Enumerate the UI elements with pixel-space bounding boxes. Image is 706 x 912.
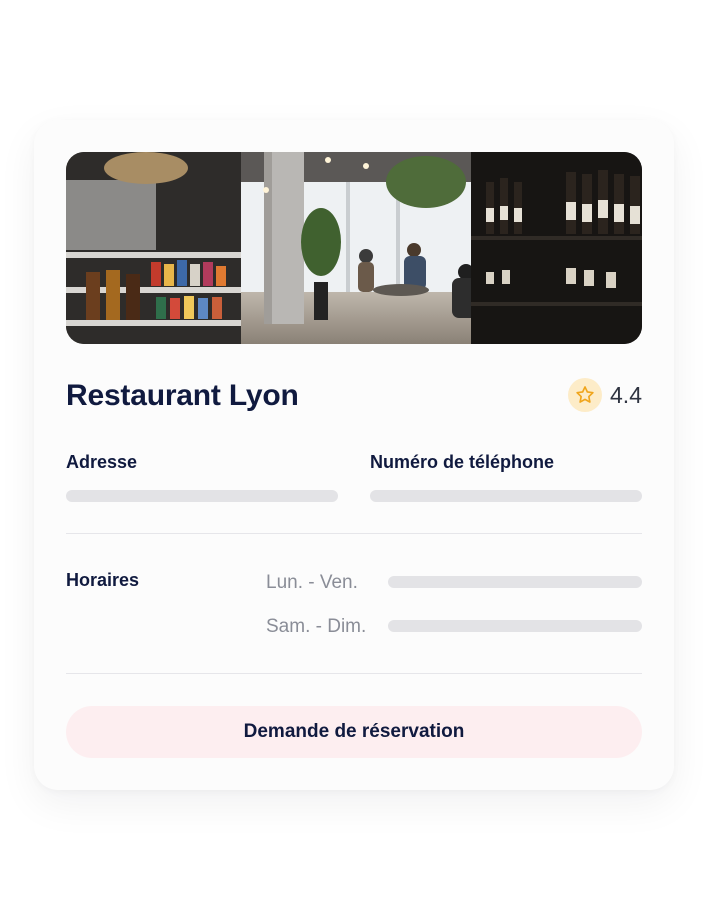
star-icon [568, 378, 603, 412]
reservation-request-button[interactable]: Demande de réservation [66, 706, 642, 758]
divider [66, 533, 642, 534]
hours-label: Horaires [66, 570, 140, 590]
address-value-placeholder [66, 490, 338, 502]
hours-weekend-placeholder [388, 620, 642, 632]
divider [66, 673, 642, 674]
phone-value-placeholder [370, 490, 642, 502]
hours-weekend-label: Sam. - Dim. [266, 616, 367, 637]
hours-weekday-placeholder [388, 576, 642, 588]
rating-value: 4.4 [610, 381, 642, 408]
restaurant-card: Restaurant Lyon 4.4 Adresse Numéro de té… [34, 120, 674, 790]
address-label: Adresse [66, 452, 138, 472]
phone-label: Numéro de téléphone [370, 452, 555, 472]
rating: 4.4 [568, 378, 642, 412]
restaurant-name: Restaurant Lyon [66, 379, 299, 412]
restaurant-photo [66, 152, 642, 344]
hours-weekday-label: Lun. - Ven. [266, 572, 358, 593]
